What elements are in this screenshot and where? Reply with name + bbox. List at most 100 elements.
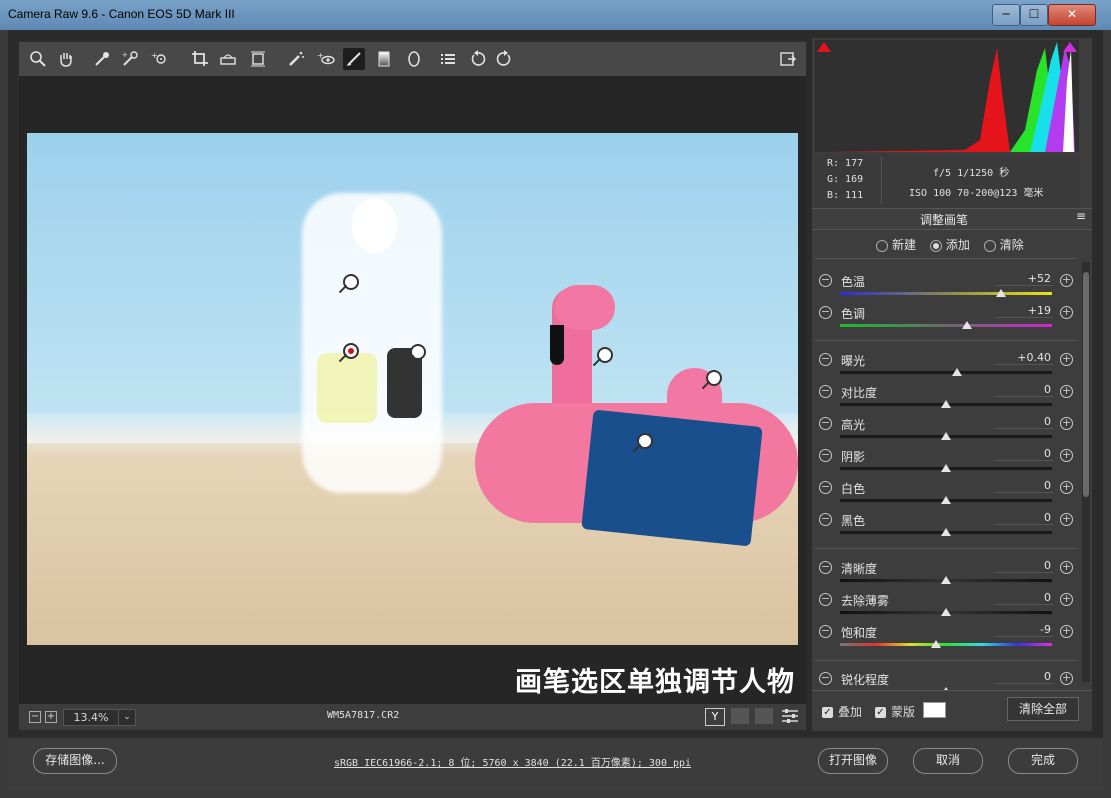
zoom-out-button[interactable]: − bbox=[29, 711, 41, 723]
decrease-icon[interactable]: − bbox=[819, 672, 832, 685]
swap-settings-icon[interactable] bbox=[731, 708, 749, 724]
adjustment-pin[interactable] bbox=[597, 347, 613, 363]
mask-option[interactable]: ✓ 蒙版 bbox=[875, 703, 915, 720]
slider-value[interactable]: 0 bbox=[995, 447, 1053, 461]
decrease-icon[interactable]: − bbox=[819, 593, 832, 606]
slider-value[interactable]: 0 bbox=[995, 479, 1053, 493]
slider-thumb[interactable] bbox=[941, 528, 951, 536]
slider-track[interactable] bbox=[840, 289, 1052, 297]
slider-track[interactable] bbox=[840, 576, 1052, 584]
mode-add[interactable]: 添加 bbox=[929, 238, 970, 252]
decrease-icon[interactable]: − bbox=[819, 353, 832, 366]
save-image-button[interactable]: 存储图像... bbox=[33, 748, 117, 774]
zoom-level-field[interactable]: 13.4% bbox=[63, 709, 119, 726]
slider-value[interactable]: 0 bbox=[995, 559, 1053, 573]
fullscreen-icon[interactable] bbox=[777, 48, 799, 70]
adjustment-pin[interactable] bbox=[637, 433, 653, 449]
cancel-button[interactable]: 取消 bbox=[913, 748, 983, 774]
highlight-clipping-icon[interactable] bbox=[1063, 42, 1077, 52]
overlay-checkbox[interactable]: ✓ bbox=[822, 707, 833, 718]
scrollbar-thumb[interactable] bbox=[1083, 272, 1089, 497]
adjustment-pin[interactable] bbox=[410, 344, 426, 360]
increase-icon[interactable]: + bbox=[1060, 449, 1073, 462]
overlay-option[interactable]: ✓ 叠加 bbox=[822, 703, 862, 720]
done-button[interactable]: 完成 bbox=[1008, 748, 1078, 774]
decrease-icon[interactable]: − bbox=[819, 481, 832, 494]
increase-icon[interactable]: + bbox=[1060, 353, 1073, 366]
slider-value[interactable]: +19 bbox=[995, 304, 1053, 318]
decrease-icon[interactable]: − bbox=[819, 385, 832, 398]
hand-icon[interactable] bbox=[55, 48, 77, 70]
mode-clear[interactable]: 清除 bbox=[983, 238, 1024, 252]
maximize-button[interactable]: ☐ bbox=[1020, 4, 1048, 26]
slider-thumb[interactable] bbox=[996, 289, 1007, 297]
decrease-icon[interactable]: − bbox=[819, 561, 832, 574]
preview-photo[interactable] bbox=[27, 133, 798, 645]
adjustment-pin-selected[interactable] bbox=[343, 343, 359, 359]
mode-clear-radio[interactable] bbox=[983, 239, 996, 252]
transform-icon[interactable] bbox=[247, 48, 269, 70]
workflow-options-link[interactable]: sRGB IEC61966-2.1; 8 位; 5760 x 3840 (22.… bbox=[334, 754, 691, 769]
slider-track[interactable] bbox=[840, 608, 1052, 616]
panel-scrollbar[interactable] bbox=[1082, 262, 1090, 682]
slider-value[interactable]: -9 bbox=[995, 623, 1053, 637]
graduated-filter-icon[interactable] bbox=[373, 48, 395, 70]
adjustment-pin[interactable] bbox=[706, 370, 722, 386]
decrease-icon[interactable]: − bbox=[819, 306, 832, 319]
minimize-button[interactable]: ─ bbox=[992, 4, 1020, 26]
color-sampler-icon[interactable]: + bbox=[119, 48, 141, 70]
slider-track[interactable] bbox=[840, 321, 1052, 329]
straighten-icon[interactable] bbox=[217, 48, 239, 70]
slider-value[interactable]: +52 bbox=[995, 272, 1053, 286]
open-image-button[interactable]: 打开图像 bbox=[818, 748, 888, 774]
panel-menu-icon[interactable]: ≡ bbox=[1076, 209, 1086, 223]
shadow-clipping-icon[interactable] bbox=[817, 42, 831, 52]
slider-track[interactable] bbox=[840, 496, 1052, 504]
increase-icon[interactable]: + bbox=[1060, 593, 1073, 606]
slider-thumb[interactable] bbox=[941, 576, 951, 584]
slider-thumb[interactable] bbox=[941, 608, 951, 616]
decrease-icon[interactable]: − bbox=[819, 417, 832, 430]
slider-value[interactable]: 0 bbox=[995, 383, 1053, 397]
slider-track[interactable] bbox=[840, 464, 1052, 472]
mode-add-radio[interactable] bbox=[929, 239, 942, 252]
increase-icon[interactable]: + bbox=[1060, 274, 1073, 287]
mode-new[interactable]: 新建 bbox=[876, 238, 916, 252]
slider-track[interactable] bbox=[840, 400, 1052, 408]
increase-icon[interactable]: + bbox=[1060, 672, 1073, 685]
decrease-icon[interactable]: − bbox=[819, 625, 832, 638]
mask-checkbox[interactable]: ✓ bbox=[875, 707, 886, 718]
slider-thumb[interactable] bbox=[951, 368, 962, 376]
increase-icon[interactable]: + bbox=[1060, 513, 1073, 526]
rotate-left-icon[interactable] bbox=[467, 48, 489, 70]
slider-track[interactable] bbox=[840, 368, 1052, 376]
slider-thumb[interactable] bbox=[941, 464, 951, 472]
increase-icon[interactable]: + bbox=[1060, 417, 1073, 430]
adjustment-pin[interactable] bbox=[343, 274, 359, 290]
toggle-settings-icon[interactable] bbox=[781, 708, 799, 724]
slider-thumb[interactable] bbox=[941, 400, 951, 408]
decrease-icon[interactable]: − bbox=[819, 274, 832, 287]
slider-track[interactable] bbox=[840, 432, 1052, 440]
slider-thumb[interactable] bbox=[931, 640, 942, 648]
increase-icon[interactable]: + bbox=[1060, 561, 1073, 574]
slider-value[interactable]: 0 bbox=[995, 415, 1053, 429]
mode-new-radio[interactable] bbox=[876, 239, 888, 252]
spot-removal-icon[interactable] bbox=[285, 48, 307, 70]
rotate-right-icon[interactable] bbox=[493, 48, 515, 70]
copy-settings-icon[interactable] bbox=[755, 708, 773, 724]
slider-value[interactable]: 0 bbox=[995, 591, 1053, 605]
red-eye-icon[interactable]: + bbox=[315, 48, 337, 70]
zoom-icon[interactable] bbox=[27, 48, 49, 70]
zoom-dropdown-icon[interactable]: ⌄ bbox=[118, 709, 136, 726]
radial-filter-icon[interactable] bbox=[403, 48, 425, 70]
clear-all-button[interactable]: 清除全部 bbox=[1007, 697, 1079, 721]
slider-thumb[interactable] bbox=[941, 432, 951, 440]
slider-value[interactable]: 0 bbox=[995, 511, 1053, 525]
increase-icon[interactable]: + bbox=[1060, 625, 1073, 638]
zoom-in-button[interactable]: + bbox=[45, 711, 57, 723]
increase-icon[interactable]: + bbox=[1060, 306, 1073, 319]
mask-color-swatch[interactable] bbox=[923, 702, 946, 718]
decrease-icon[interactable]: − bbox=[819, 449, 832, 462]
increase-icon[interactable]: + bbox=[1060, 481, 1073, 494]
